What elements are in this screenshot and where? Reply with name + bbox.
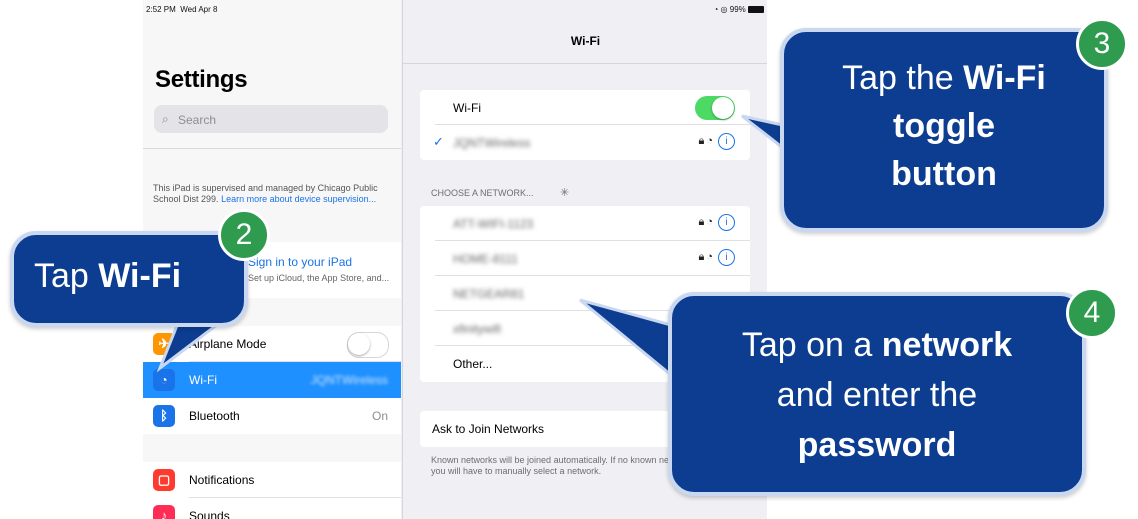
notifications-group: ▢ Notifications ♪ Sounds bbox=[143, 462, 401, 519]
connectivity-group: ✈ Airplane Mode ◔ Wi-Fi JQNTWireless ᛒ B… bbox=[143, 326, 401, 434]
notifications-icon: ▢ bbox=[153, 469, 175, 491]
search-input[interactable]: ⌕ Search bbox=[154, 105, 388, 133]
status-time: 2:52 PM Wed Apr 8 bbox=[146, 5, 217, 14]
wifi-toggle-row: Wi-Fi bbox=[420, 90, 750, 125]
network-row[interactable]: ATT-WIFI-1123 🔒︎◔ i bbox=[420, 206, 750, 241]
account-subtitle: Set up iCloud, the App Store, and... bbox=[248, 273, 390, 283]
wifi-status-icon: ◔ ◎ bbox=[713, 5, 728, 14]
airplane-icon: ✈ bbox=[153, 333, 175, 355]
step-2-badge: 2 bbox=[218, 209, 270, 261]
search-icon: ⌕ bbox=[162, 112, 169, 126]
sidebar-item-label: Wi-Fi bbox=[189, 373, 217, 387]
wifi-signal-icon: ◔ bbox=[706, 135, 715, 147]
wifi-toggle-card: Wi-Fi ✓ JQNTWireless 🔒︎◔ i bbox=[420, 90, 750, 160]
callout-4-pre: Tap on a bbox=[741, 326, 882, 364]
wifi-signal-icon: ◔ bbox=[706, 216, 715, 228]
sidebar-item-label: Airplane Mode bbox=[189, 337, 267, 351]
info-icon[interactable]: i bbox=[718, 133, 735, 150]
callout-step-3: Tap the Wi-Fi toggle button bbox=[780, 28, 1108, 232]
sidebar-item-sounds[interactable]: ♪ Sounds bbox=[143, 498, 401, 519]
network-name: xfinitywifi bbox=[453, 322, 502, 336]
sidebar-item-wifi[interactable]: ◔ Wi-Fi JQNTWireless bbox=[143, 362, 401, 398]
callout-3-pre: Tap the bbox=[842, 59, 964, 97]
wifi-icon: ◔ bbox=[153, 369, 175, 391]
wifi-signal-icon: ◔ bbox=[706, 251, 715, 263]
wifi-network-value: JQNTWireless bbox=[310, 373, 388, 387]
network-row[interactable]: HOME-8111 🔒︎◔ i bbox=[420, 241, 750, 276]
other-network-label: Other... bbox=[453, 357, 493, 371]
search-placeholder: Search bbox=[178, 113, 217, 127]
nav-title: Wi-Fi bbox=[570, 34, 601, 48]
step-3-badge: 3 bbox=[1076, 18, 1128, 70]
settings-title: Settings bbox=[155, 66, 248, 93]
network-status-icons: 🔒︎◔ i bbox=[698, 133, 735, 150]
callout-3-bold2: toggle bbox=[893, 107, 995, 145]
network-status-icons: 🔒︎◔ i bbox=[698, 249, 735, 266]
status-date: Wed Apr 8 bbox=[180, 5, 218, 14]
learn-more-link[interactable]: Learn more about device supervision... bbox=[221, 194, 376, 204]
step-4-badge: 4 bbox=[1066, 287, 1118, 339]
battery-icon bbox=[748, 6, 764, 14]
callout-4-text: Tap on a network and enter the password bbox=[672, 320, 1082, 470]
status-right: ◔ ◎ 99% bbox=[713, 5, 764, 14]
callout-step-4: Tap on a network and enter the password bbox=[668, 292, 1086, 496]
toggle-knob bbox=[712, 97, 734, 119]
account-title: Sign in to your iPad bbox=[248, 255, 353, 269]
callout-3-bold3: button bbox=[891, 155, 997, 193]
sounds-icon: ♪ bbox=[153, 505, 175, 519]
callout-3-text: Tap the Wi-Fi toggle button bbox=[784, 54, 1104, 198]
checkmark-icon: ✓ bbox=[433, 134, 444, 149]
loading-spinner-icon: ✳ bbox=[560, 187, 570, 199]
bluetooth-value: On bbox=[371, 409, 388, 423]
toggle-knob bbox=[348, 333, 370, 355]
choose-network-header: CHOOSE A NETWORK... bbox=[431, 188, 534, 198]
connected-network-name: JQNTWireless bbox=[453, 136, 531, 150]
callout-2-text: Tap Wi-Fi bbox=[34, 257, 181, 296]
network-status-icons: 🔒︎◔ i bbox=[698, 214, 735, 231]
ask-join-label: Ask to Join Networks bbox=[432, 422, 545, 436]
callout-step-2: Tap Wi-Fi bbox=[10, 231, 248, 327]
callout-4-bold1: network bbox=[881, 326, 1013, 364]
network-name: NETGEAR81 bbox=[453, 287, 525, 301]
info-icon[interactable]: i bbox=[718, 214, 735, 231]
status-time-text: 2:52 PM bbox=[146, 5, 176, 14]
divider bbox=[403, 63, 767, 64]
bluetooth-icon: ᛒ bbox=[153, 405, 175, 427]
callout-2-pre: Tap bbox=[34, 257, 99, 295]
callout-2-bold: Wi-Fi bbox=[98, 257, 182, 295]
wifi-toggle[interactable] bbox=[695, 96, 735, 120]
callout-4-bold2: password bbox=[797, 426, 957, 464]
sidebar-item-airplane[interactable]: ✈ Airplane Mode bbox=[143, 326, 401, 362]
sidebar-item-bluetooth[interactable]: ᛒ Bluetooth On bbox=[143, 398, 401, 434]
battery-level: 99% bbox=[729, 5, 746, 14]
airplane-toggle[interactable] bbox=[347, 332, 389, 358]
connected-network-row[interactable]: ✓ JQNTWireless 🔒︎◔ i bbox=[420, 125, 750, 160]
info-icon[interactable]: i bbox=[718, 249, 735, 266]
sidebar-item-label: Bluetooth bbox=[189, 409, 240, 423]
network-name: ATT-WIFI-1123 bbox=[453, 217, 534, 231]
sidebar-item-label: Sounds bbox=[189, 509, 230, 519]
sidebar-item-notifications[interactable]: ▢ Notifications bbox=[143, 462, 401, 498]
callout-4-mid: and enter the bbox=[776, 376, 978, 414]
sidebar-item-label: Notifications bbox=[189, 473, 255, 487]
supervision-notice: This iPad is supervised and managed by C… bbox=[153, 183, 389, 205]
wifi-toggle-label: Wi-Fi bbox=[453, 101, 481, 115]
callout-3-bold1: Wi-Fi bbox=[963, 59, 1046, 97]
divider bbox=[143, 148, 401, 149]
network-name: HOME-8111 bbox=[453, 252, 518, 266]
